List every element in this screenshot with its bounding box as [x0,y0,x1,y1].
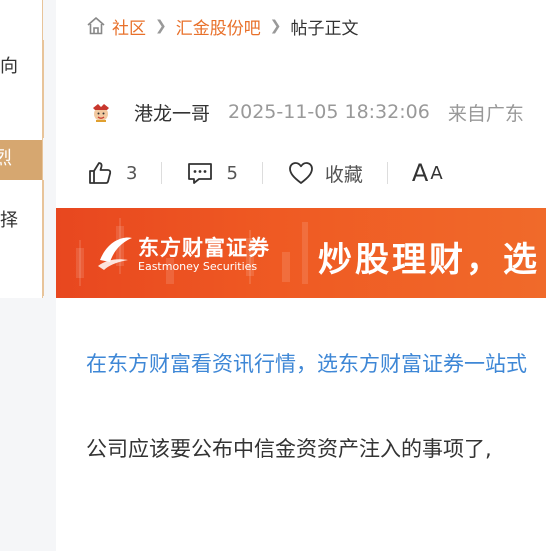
divider [161,162,163,184]
sidebar-text-3: 择 [0,210,18,231]
like-count: 3 [126,162,138,184]
divider [261,162,263,184]
font-size-small: A [430,162,443,184]
sidebar-card-top[interactable]: 向 [0,40,44,138]
comment-count: 5 [226,162,238,184]
promo-link[interactable]: 在东方财富看资讯行情，选东方财富证券一站式 [86,348,546,378]
breadcrumb-community[interactable]: 社区 [112,14,146,39]
breadcrumb: 社区 ❯ 汇金股份吧 ❯ 帖子正文 [86,13,358,39]
collect-button[interactable]: 收藏 [287,159,363,187]
chevron-right-icon: ❯ [155,18,167,34]
home-icon[interactable] [86,16,106,36]
font-size-large: A [411,159,429,187]
sidebar-card-bottom[interactable]: 择 [0,180,44,296]
sidebar-text-1: 向 [0,56,18,77]
banner-brand: 东方财富证券 [138,236,270,260]
collect-label: 收藏 [324,163,363,186]
post-meta: 港龙一哥 2025-11-05 18:32:06 来自广东 [90,96,524,128]
heart-icon [289,162,313,184]
avatar[interactable] [90,101,112,123]
post-body: 公司应该要公布中信金资资产注入的事项了, [86,437,492,461]
comment-button[interactable]: 5 [186,159,238,187]
breadcrumb-current: 帖子正文 [290,18,359,39]
breadcrumb-stock-forum[interactable]: 汇金股份吧 [176,14,261,39]
ad-banner[interactable]: 东方财富证券 Eastmoney Securities 炒股理财，选 [56,208,546,298]
author-name[interactable]: 港龙一哥 [134,99,210,126]
eastmoney-logo-icon [98,237,132,270]
post-time: 2025-11-05 18:32:06 [228,101,430,123]
comment-icon [188,163,213,184]
left-sidebar: 向 烈 择 [0,0,44,298]
font-size-button[interactable]: A A [412,159,443,187]
like-button[interactable]: 3 [86,159,137,187]
sidebar-tab[interactable]: 烈 [0,140,42,180]
banner-brand-en: Eastmoney Securities [138,260,258,273]
banner-slogan: 炒股理财，选 [318,240,540,280]
post-location: 来自广东 [447,102,524,125]
thumbs-up-icon [89,162,112,184]
action-bar: 3 5 收藏 A A [86,156,443,190]
post-panel: 社区 ❯ 汇金股份吧 ❯ 帖子正文 港龙一哥 2025-11-05 18:32:… [56,0,546,551]
sidebar-text-2: 烈 [0,148,12,169]
chevron-right-icon: ❯ [269,18,282,34]
divider [386,162,388,184]
